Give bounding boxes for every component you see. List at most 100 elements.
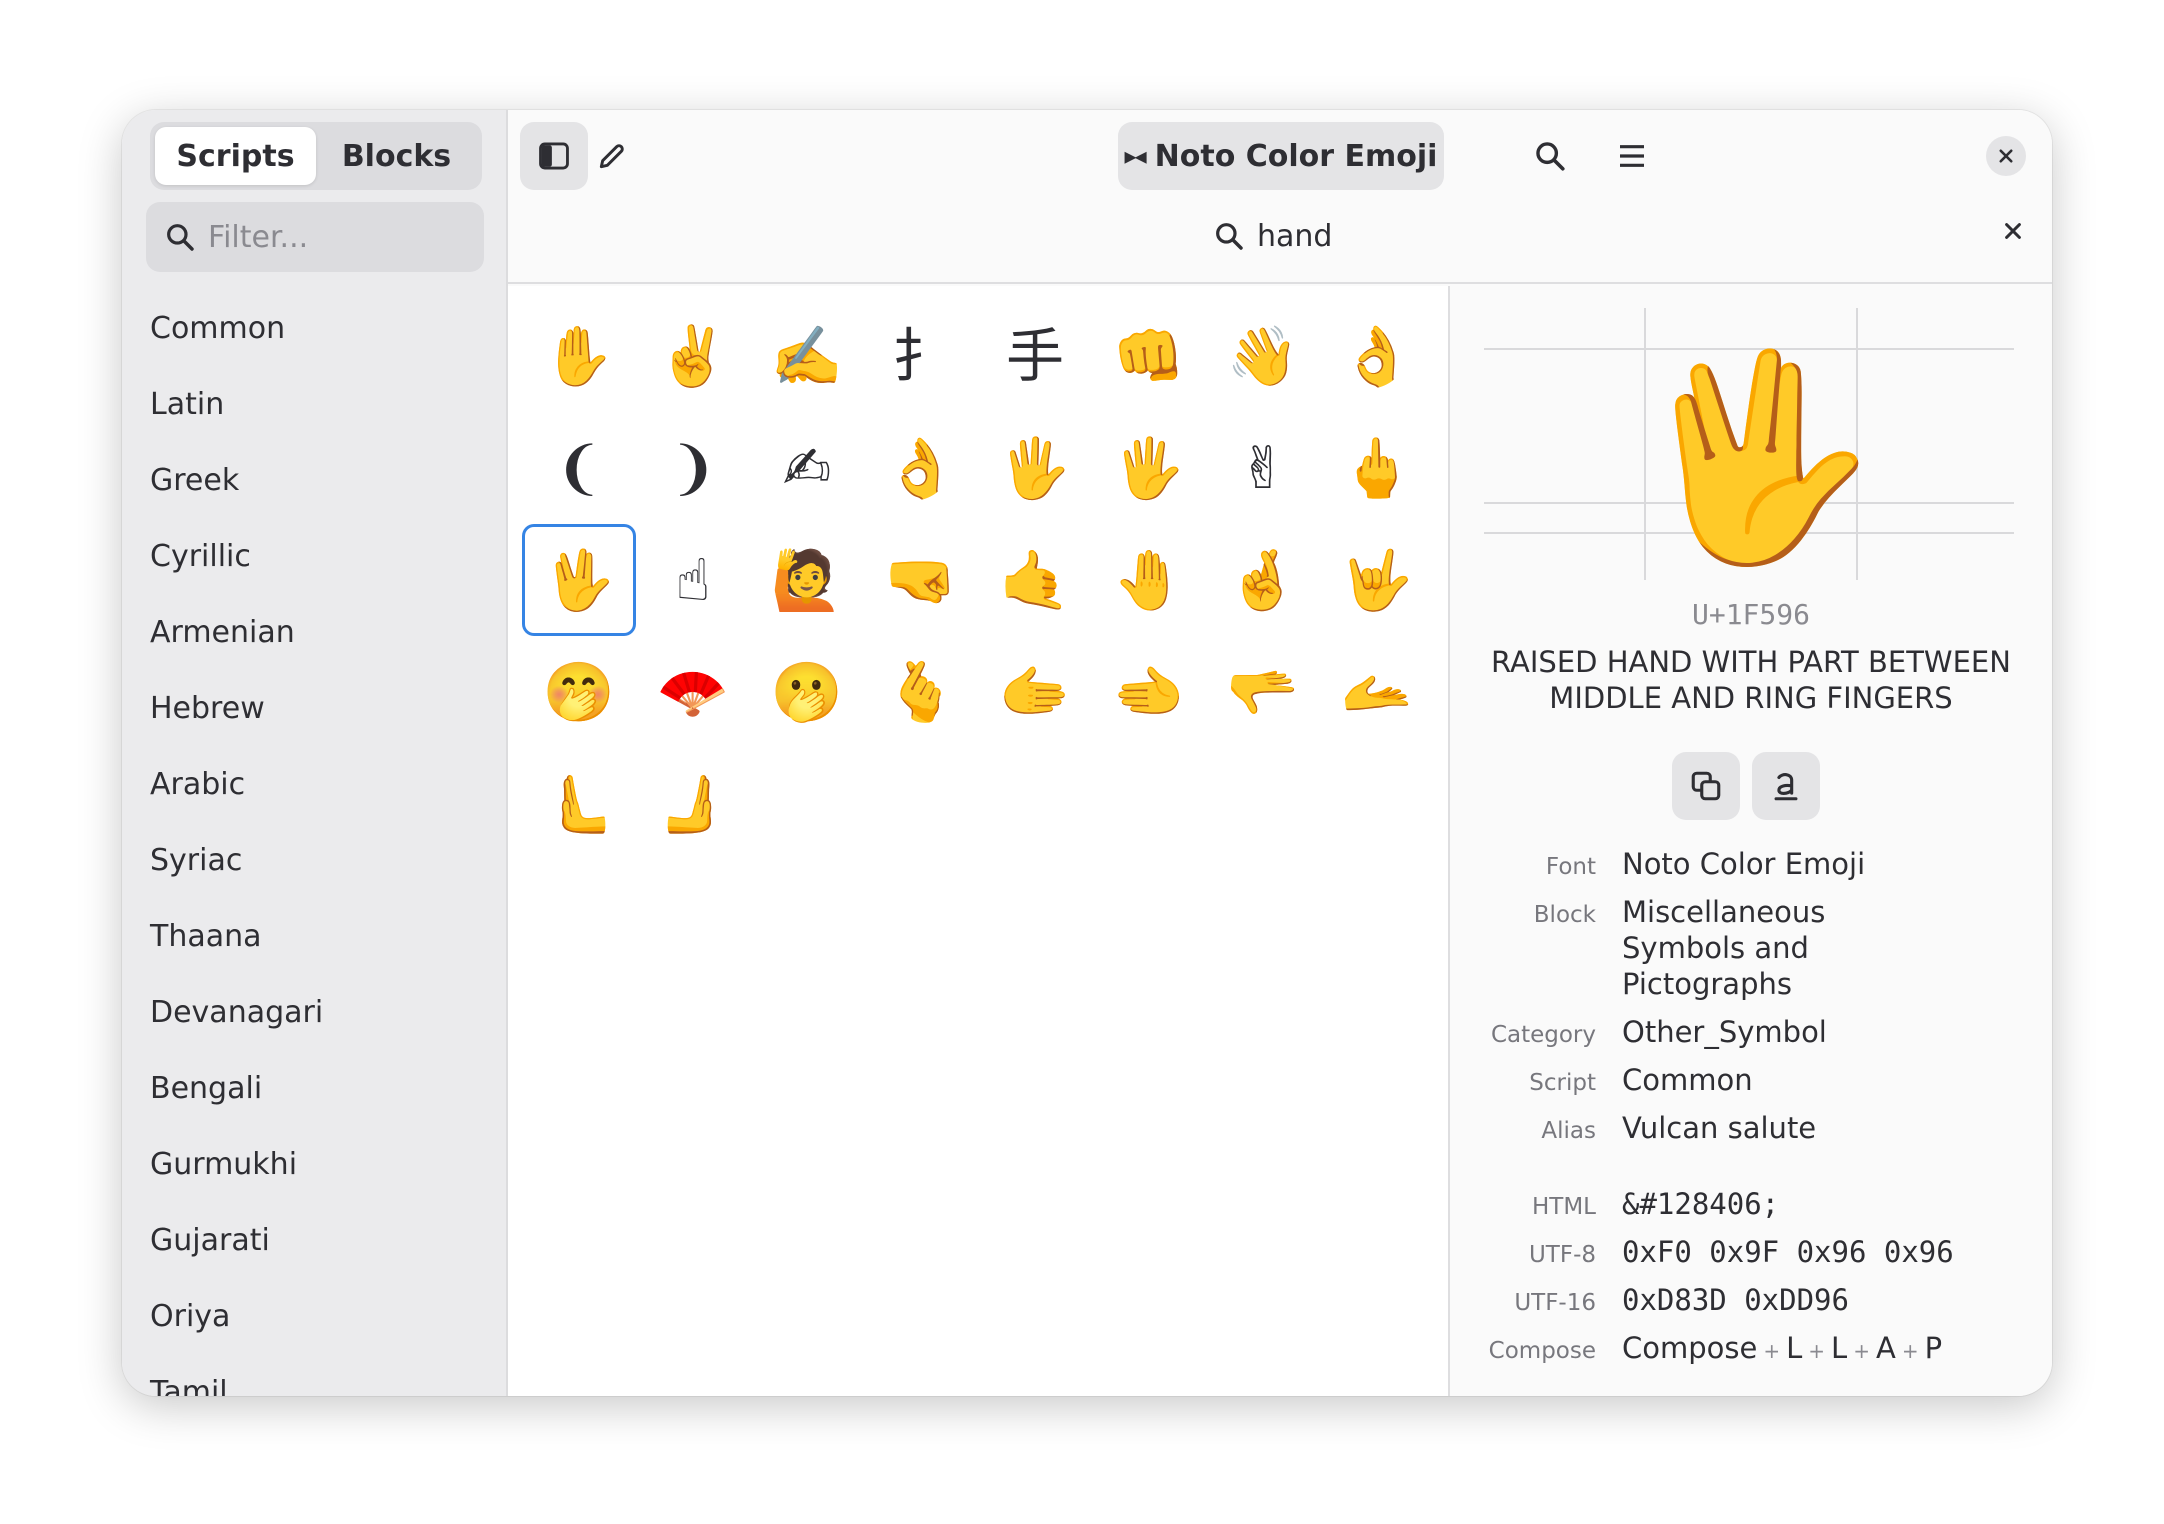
encoding-row: HTML &#128406; [1450,1186,2052,1222]
character-cell[interactable]: 🤚 [1092,524,1206,636]
encoding-value: 0xD83D 0xDD96 [1622,1283,1849,1317]
character-cell[interactable]: 🫲 [1092,636,1206,748]
character-cell[interactable]: ✋ [522,300,636,412]
filter-box [146,202,484,272]
sidebar-item-syriac[interactable]: Syriac [122,822,506,898]
sidebar-item-bengali[interactable]: Bengali [122,1050,506,1126]
sidebar-item-gujarati[interactable]: Gujarati [122,1202,506,1278]
character-cell[interactable]: 扌 [864,300,978,412]
character-cell[interactable]: ✍ [750,412,864,524]
character-cell[interactable]: 🙋 [750,524,864,636]
search-input[interactable] [1257,218,1347,254]
character-cell[interactable]: ❨ [522,412,636,524]
view-switcher: Scripts Blocks [150,122,482,190]
compose-row: Compose Compose + L + L + A + P [1450,1330,2052,1369]
character-cell[interactable]: 手 [978,300,1092,412]
character-cell[interactable]: 🖐 [1092,412,1206,524]
character-cell[interactable]: 🤞 [1206,524,1320,636]
character-cell[interactable]: 🫰 [864,636,978,748]
sidebar-item-arabic[interactable]: Arabic [122,746,506,822]
filter-input[interactable] [208,219,468,255]
character-cell[interactable]: 🫳 [1206,636,1320,748]
font-icon: ▸◂ [1124,142,1147,170]
font-selector-button[interactable]: ▸◂ Noto Color Emoji [1118,122,1444,190]
character-cell[interactable]: ☝ [636,524,750,636]
sidebar-item-cyrillic[interactable]: Cyrillic [122,518,506,594]
character-cell[interactable]: ❩ [636,412,750,524]
window-close-button[interactable] [1986,136,2026,176]
property-label: Font [1545,854,1596,880]
character-cell[interactable]: 🫴 [1320,636,1434,748]
encoding-value: 0xF0 0x9F 0x96 0x96 [1622,1235,1954,1269]
property-row: Alias Vulcan salute [1450,1110,2052,1146]
hamburger-icon [1620,145,1644,167]
main-menu-button[interactable] [1598,122,1666,190]
sidebar-item-thaana[interactable]: Thaana [122,898,506,974]
character-cell[interactable]: ✌ [1206,412,1320,524]
character-cell[interactable]: ✍️ [750,300,864,412]
edit-button[interactable] [578,122,646,190]
close-icon [2005,223,2021,239]
character-cell[interactable]: 👊 [1092,300,1206,412]
compose-key: L [1786,1331,1803,1365]
pencil-icon [599,144,624,169]
search-button[interactable] [1516,122,1584,190]
character-cell[interactable]: 🫷 [522,748,636,860]
sidebar-item-tamil[interactable]: Tamil [122,1354,506,1397]
character-cell[interactable]: 🤭 [522,636,636,748]
plus-separator: + [1901,1339,1919,1363]
property-label: Script [1529,1070,1596,1096]
encoding-label: UTF-16 [1514,1290,1596,1316]
character-cell[interactable]: 🤙 [978,524,1092,636]
character-cell[interactable]: 👋 [1206,300,1320,412]
search-clear-button[interactable] [2002,220,2024,246]
sidebar-item-greek[interactable]: Greek [122,442,506,518]
close-icon [1999,149,2013,163]
sidebar-item-armenian[interactable]: Armenian [122,594,506,670]
property-row: Category Other_Symbol [1450,1014,2052,1050]
sidebar-item-gurmukhi[interactable]: Gurmukhi [122,1126,506,1202]
sidebar-item-latin[interactable]: Latin [122,366,506,442]
character-cell[interactable]: 🖕 [1320,412,1434,524]
character-cell[interactable]: 🫸 [636,748,750,860]
tab-blocks[interactable]: Blocks [316,127,477,185]
preview-glyph: 🖖 [1629,341,1879,574]
character-cell[interactable]: 👌 [1320,300,1434,412]
compose-key: A [1875,1331,1896,1365]
character-icon [1774,773,1798,801]
character-cell[interactable]: 🫱 [978,636,1092,748]
character-cell[interactable]: 🖖 [522,524,636,636]
character-name: RAISED HAND WITH PART BETWEEN MIDDLE AND… [1491,645,2011,715]
encoding-row: UTF-16 0xD83D 0xDD96 [1450,1282,2052,1318]
property-value: Common [1622,1063,1753,1097]
sidebar-item-oriya[interactable]: Oriya [122,1278,506,1354]
property-value: Noto Color Emoji [1622,847,1866,881]
sidebar-icon [539,142,569,170]
character-cell[interactable]: 🤟 [1320,524,1434,636]
include-character-button[interactable] [1752,752,1820,820]
plus-separator: + [1853,1339,1870,1363]
compose-key: P [1924,1331,1943,1365]
character-cell[interactable]: ✌️ [636,300,750,412]
character-cell[interactable]: 🤜 [864,524,978,636]
search-icon [1216,223,1243,250]
property-label: Block [1533,902,1596,928]
search-icon [1536,142,1565,171]
character-cell[interactable]: 🫢 [750,636,864,748]
copy-button[interactable] [1672,752,1740,820]
character-cell[interactable]: 👌 [864,412,978,524]
encoding-row: UTF-8 0xF0 0x9F 0x96 0x96 [1450,1234,2052,1270]
character-cell[interactable]: 🪭 [636,636,750,748]
character-cell[interactable]: 🖐️ [978,412,1092,524]
property-value: Other_Symbol [1622,1015,1827,1049]
compose-key: Compose [1622,1331,1758,1365]
sidebar-item-hebrew[interactable]: Hebrew [122,670,506,746]
property-row: Script Common [1450,1062,2052,1098]
sidebar-item-devanagari[interactable]: Devanagari [122,974,506,1050]
property-row: Block Miscellaneous Symbols and Pictogra… [1450,894,2052,1002]
sidebar-item-common[interactable]: Common [122,290,506,366]
plus-separator: + [1808,1339,1826,1363]
tab-scripts[interactable]: Scripts [155,127,316,185]
property-row: Font Noto Color Emoji [1450,846,2052,882]
font-name: Noto Color Emoji [1154,138,1438,174]
